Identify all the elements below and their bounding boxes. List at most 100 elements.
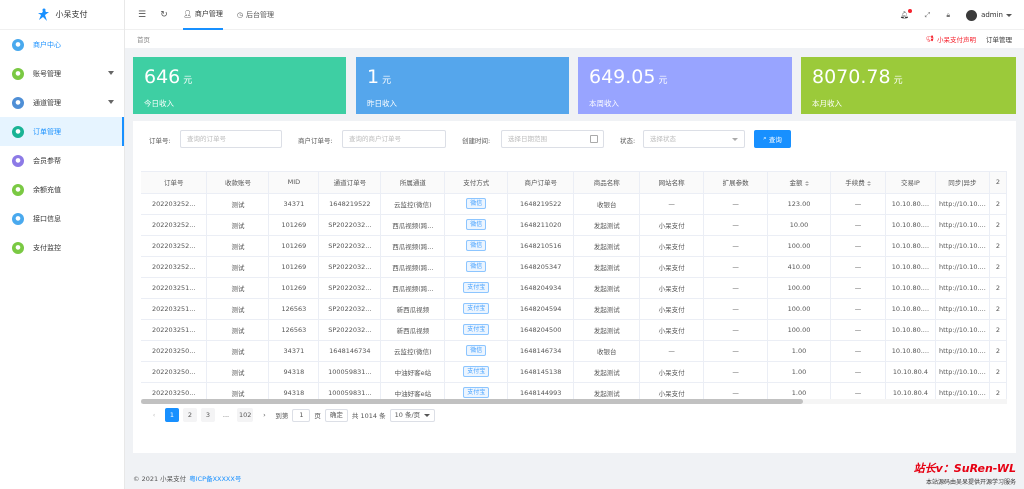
payment-method-tag: 微信	[466, 345, 487, 356]
table-cell: 测试	[206, 277, 270, 299]
table-cell: 中油好客e站	[380, 361, 446, 383]
page-list: 1 2 3... 102	[165, 408, 254, 422]
table-cell: —	[830, 298, 886, 320]
stat-label: 今日收入	[144, 99, 174, 108]
search-button[interactable]: ⌕ 查询	[754, 130, 791, 148]
table-row[interactable]: 202203251... 测试 126563 SP2022032... 新西瓜视频 支付宝…	[141, 298, 1007, 320]
sidebar-item-label: 接口信息	[33, 214, 61, 223]
table-row[interactable]: 202203251... 测试 101269 SP2022032... 西瓜视频(跨..…	[141, 277, 1007, 299]
table-cell: 发起测试	[573, 277, 641, 299]
status-select[interactable]: 选择状态	[643, 130, 745, 148]
table-cell: —	[703, 298, 769, 320]
stat-unit: 元	[382, 76, 392, 86]
sidebar-item-1[interactable]: ● 账号管理	[0, 59, 124, 88]
sidebar-item-2[interactable]: ● 通道管理	[0, 88, 124, 117]
table-cell: —	[703, 235, 769, 257]
table-cell: 410.00	[767, 256, 831, 278]
payment-method-tag: 支付宝	[463, 303, 490, 314]
app-name: 小呆支付	[55, 10, 88, 19]
table-cell: 新西瓜视频	[380, 319, 446, 341]
table-row[interactable]: 202203252... 测试 34371 1648219522 云监控(微信) 微信 16…	[141, 193, 1007, 215]
column-header[interactable]: 金额	[767, 172, 831, 194]
column-header: 收款账号	[206, 172, 270, 194]
breadcrumb-home[interactable]: 首页	[137, 34, 150, 44]
page-button[interactable]: 3	[201, 408, 215, 422]
stat-value: 646	[144, 66, 181, 88]
sidebar-item-6[interactable]: ● 接口信息	[0, 204, 124, 233]
table-cell: 发起测试	[573, 214, 641, 236]
fullscreen-icon[interactable]: ⤢	[925, 11, 931, 20]
table-cell: 小呆支付	[639, 214, 705, 236]
merchant-no-input[interactable]: 查询的商户订单号	[342, 130, 446, 148]
chevron-down-icon	[108, 71, 114, 75]
goto-label: 到第	[275, 412, 289, 420]
channel-icon: ●	[12, 96, 24, 109]
table-cell: —	[703, 361, 769, 383]
table-cell: http://10.10....	[935, 235, 990, 257]
lock-icon[interactable]: 🔒︎	[946, 11, 950, 20]
confirm-button[interactable]: 确定	[324, 408, 348, 422]
sidebar-item-4[interactable]: ● 会员参帮	[0, 146, 124, 175]
table-cell: 34371	[268, 340, 320, 362]
user-menu[interactable]: admin	[966, 9, 1012, 21]
table-row[interactable]: 202203252... 测试 101269 SP2022032... 西瓜视频(跨..…	[141, 235, 1007, 257]
table-row[interactable]: 202203251... 测试 126563 SP2022032... 新西瓜视频 支付宝…	[141, 319, 1007, 341]
bell-icon[interactable]: 🔔︎	[900, 9, 912, 19]
table-cell: 西瓜视频(跨...	[380, 256, 446, 278]
notice-link[interactable]: 📢︎ 小呆支付声明	[926, 34, 976, 44]
refresh-icon[interactable]: ↻	[159, 10, 169, 20]
table-row[interactable]: 202203250... 测试 34371 1648146734 云监控(微信) 微信 16…	[141, 340, 1007, 362]
page-suffix: 页	[314, 412, 321, 420]
icp-link[interactable]: 粤ICP备XXXXX号	[189, 475, 241, 483]
prev-page-button[interactable]: ‹	[147, 408, 161, 422]
menu-fold-icon[interactable]: ☰	[137, 10, 147, 20]
table-cell: 202203252...	[141, 256, 208, 278]
order-no-input[interactable]: 查询的订单号	[180, 130, 282, 148]
payment-method-tag: 支付宝	[463, 387, 490, 398]
search-icon: ⌕	[763, 135, 767, 142]
sidebar-item-5[interactable]: ● 余额充值	[0, 175, 124, 204]
column-header: 网站名称	[639, 172, 705, 194]
next-page-button[interactable]: ›	[257, 408, 271, 422]
table-cell: 10.10.80....	[885, 193, 936, 215]
stat-card-month: 8070.78 元 本月收入	[801, 57, 1016, 114]
table-cell: 测试	[206, 193, 270, 215]
table-row[interactable]: 202203250... 测试 94318 100059831... 中油好客e站 支付宝…	[141, 361, 1007, 383]
horizontal-scrollbar[interactable]	[141, 399, 1007, 404]
sidebar-item-7[interactable]: ● 支付监控	[0, 233, 124, 262]
page-button[interactable]: 1	[165, 408, 179, 422]
page-size-select[interactable]: 10 条/页	[389, 408, 436, 422]
table-cell: 126563	[268, 298, 320, 320]
tab-merchant-label: 商户管理	[194, 9, 223, 18]
sort-icon[interactable]	[804, 180, 809, 186]
table-cell: 10.10.80....	[885, 340, 936, 362]
table-cell: 2	[989, 340, 1007, 362]
tab-admin[interactable]: ◷ 后台管理	[237, 0, 274, 30]
table-cell: 测试	[206, 214, 270, 236]
sidebar-item-label: 商户中心	[33, 40, 61, 49]
table-cell: 34371	[268, 193, 320, 215]
column-header[interactable]: 手续费	[830, 172, 886, 194]
table-row[interactable]: 202203252... 测试 101269 SP2022032... 西瓜视频(跨..…	[141, 214, 1007, 236]
goto-page-input[interactable]: 1	[292, 408, 311, 422]
table-row[interactable]: 202203252... 测试 101269 SP2022032... 西瓜视频(跨..…	[141, 256, 1007, 278]
table-cell: 202203251...	[141, 298, 208, 320]
table-cell: 202203250...	[141, 340, 208, 362]
logo[interactable]: 小呆支付	[0, 0, 124, 30]
current-page-tab[interactable]: 订单管理	[986, 34, 1012, 44]
date-range-input[interactable]: 选择日期范围	[501, 130, 604, 148]
sidebar-item-0[interactable]: ● 商户中心	[0, 30, 124, 59]
table-cell: 10.10.80.4	[885, 361, 936, 383]
table-cell: 发起测试	[573, 256, 641, 278]
column-header-label: 扩展参数	[722, 179, 749, 188]
column-header: 支付方式	[444, 172, 509, 194]
sort-icon[interactable]	[866, 180, 871, 186]
page-button[interactable]: 102	[237, 408, 254, 422]
tab-merchant[interactable]: 👤︎ 商户管理	[183, 0, 223, 30]
scrollbar-thumb[interactable]	[141, 399, 803, 404]
sidebar-item-3[interactable]: ● 订单管理	[0, 117, 124, 146]
column-header-label: 网站名称	[658, 179, 685, 188]
page-button[interactable]: 2	[183, 408, 197, 422]
table-cell: —	[639, 340, 705, 362]
user-icon: 👤︎	[183, 9, 192, 18]
